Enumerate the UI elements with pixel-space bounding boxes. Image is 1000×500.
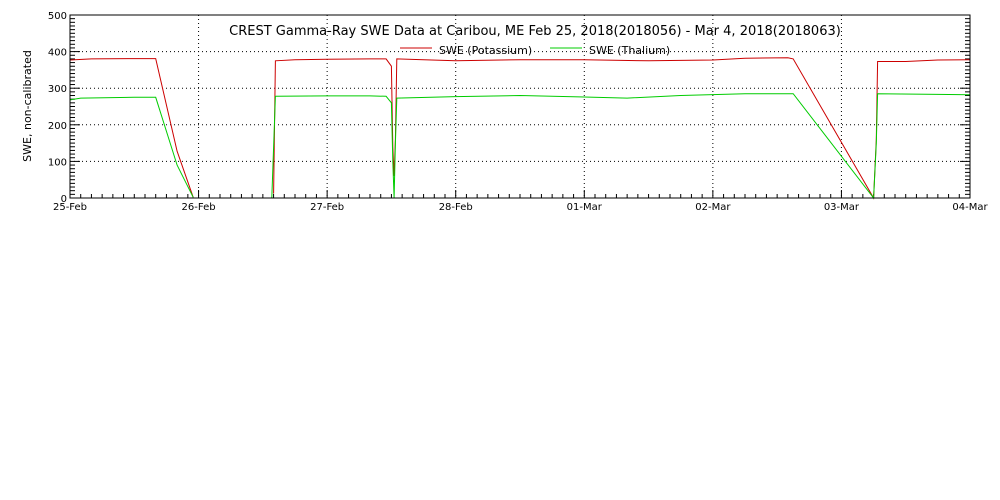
- legend-label: SWE (Thalium): [589, 44, 670, 57]
- chart-background: [0, 0, 1000, 500]
- y-tick-label: 500: [48, 11, 67, 22]
- x-tick-label: 25-Feb: [53, 202, 87, 213]
- y-tick-label: 200: [48, 121, 67, 132]
- x-tick-label: 01-Mar: [567, 202, 603, 213]
- x-tick-label: 03-Mar: [824, 202, 860, 213]
- legend-label: SWE (Potassium): [439, 44, 532, 57]
- x-tick-label: 02-Mar: [695, 202, 731, 213]
- x-tick-label: 04-Mar: [952, 202, 988, 213]
- y-axis-label: SWE, non-calibrated: [21, 50, 34, 162]
- y-tick-label: 0: [61, 194, 67, 205]
- x-tick-label: 28-Feb: [439, 202, 473, 213]
- chart-title: CREST Gamma-Ray SWE Data at Caribou, ME …: [229, 24, 841, 39]
- swe-line-chart: 25-Feb 26-Feb 27-Feb 28-Feb 01-Mar 02-Mar 03-M…: [0, 0, 1000, 500]
- x-tick-label: 27-Feb: [310, 202, 344, 213]
- y-tick-label: 400: [48, 48, 67, 59]
- y-tick-label: 100: [48, 157, 67, 168]
- x-tick-label: 26-Feb: [182, 202, 216, 213]
- y-tick-label: 300: [48, 84, 67, 95]
